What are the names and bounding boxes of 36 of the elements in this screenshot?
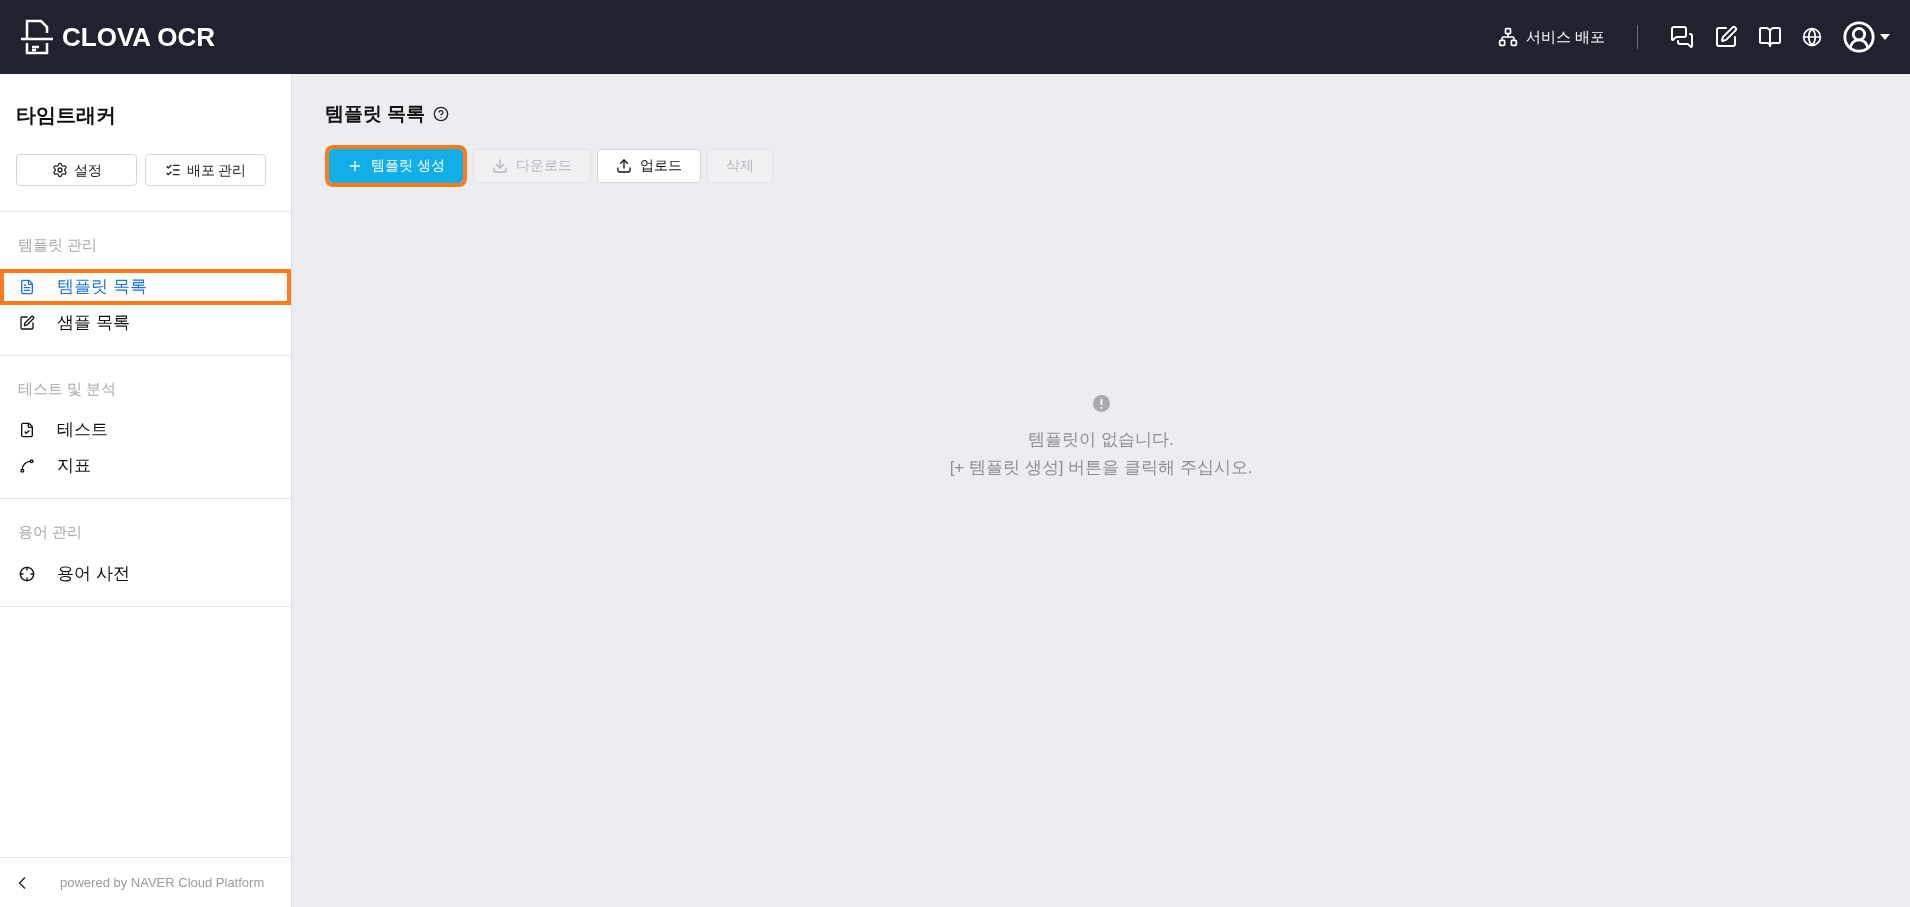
upload-button[interactable]: 업로드 (596, 148, 701, 183)
target-icon (19, 565, 35, 582)
nav-item[interactable]: 용어 사전 (0, 555, 291, 592)
document-logo-icon (20, 19, 54, 55)
caret-icon (1880, 34, 1890, 40)
product-name: CLOVA OCR (62, 20, 216, 54)
user-avatar-menu[interactable] (1842, 20, 1890, 54)
exclamation-circle-icon (1092, 394, 1110, 412)
globe-icon[interactable] (1802, 27, 1822, 47)
line-graph-icon (19, 458, 35, 474)
empty-message: [+ 템플릿 생성] 버튼을 클릭해 주십시오. (949, 456, 1253, 479)
page-title: 템플릿 목록 (325, 102, 426, 126)
document-icon (19, 278, 35, 295)
upload-icon (615, 157, 632, 174)
nav-item[interactable]: 샘플 목록 (0, 304, 291, 341)
deploy-manage-button[interactable]: 배포 관리 (145, 154, 266, 186)
deploy-button[interactable]: 서비스 배포 (1497, 25, 1605, 49)
help-icon[interactable] (433, 106, 450, 123)
footer-text: powered by NAVER Cloud Platform (60, 873, 265, 892)
edit-icon[interactable] (1714, 25, 1738, 49)
document-check-icon (19, 422, 35, 438)
download-icon (491, 157, 508, 174)
gear-icon (51, 162, 68, 178)
hierarchy-icon (1497, 27, 1518, 47)
section-heading: 템플릿 관리 (17, 235, 99, 255)
chat-icon[interactable] (1670, 25, 1694, 49)
pen-square-icon (19, 314, 35, 331)
project-title: 타임트래커 (16, 103, 117, 128)
section-heading: 용어 관리 (17, 522, 84, 542)
section-heading: 테스트 및 분석 (17, 378, 118, 399)
avatar-icon (1842, 20, 1876, 54)
settings-button[interactable]: 설정 (16, 154, 137, 186)
nav-item[interactable]: 지표 (0, 448, 291, 484)
nav-item[interactable]: 테스트 (0, 412, 291, 448)
empty-message: 템플릿이 없습니다. (1028, 428, 1174, 451)
nav-item[interactable]: 템플릿 목록 (0, 268, 291, 305)
